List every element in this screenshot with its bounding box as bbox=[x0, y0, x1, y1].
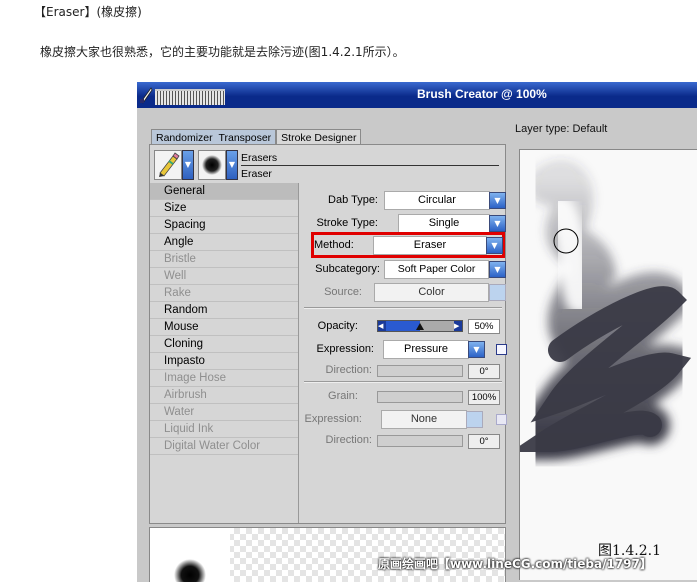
category-item-size[interactable]: Size bbox=[150, 200, 298, 217]
category-item-angle[interactable]: Angle bbox=[150, 234, 298, 251]
category-item-liquid-ink[interactable]: Liquid Ink bbox=[150, 421, 298, 438]
category-item-general[interactable]: General bbox=[150, 183, 298, 200]
category-item-well[interactable]: Well bbox=[150, 268, 298, 285]
app-brush-icon bbox=[140, 87, 153, 104]
window-title: Brush Creator @ 100% bbox=[417, 87, 547, 101]
direction-value[interactable]: 0° bbox=[468, 364, 500, 379]
category-item-random[interactable]: Random bbox=[150, 302, 298, 319]
source-select[interactable]: Color bbox=[374, 283, 489, 302]
article-heading: 【Eraser】(橡皮擦) bbox=[34, 5, 142, 19]
watermark-text: 原画绘画吧【www.lineCG.com/tieba/1797】 bbox=[378, 557, 652, 571]
grain-direction-value[interactable]: 0° bbox=[468, 434, 500, 449]
brush-variant-label: Eraser bbox=[241, 168, 272, 180]
stroke-type-dropdown-arrow[interactable]: ▼ bbox=[489, 215, 506, 232]
pencil-eraser-icon bbox=[159, 152, 180, 177]
category-item-water[interactable]: Water bbox=[150, 404, 298, 421]
stroke-type-label: Stroke Type: bbox=[316, 217, 378, 229]
subcategory-select[interactable]: Soft Paper Color bbox=[384, 260, 489, 279]
grain-slider[interactable] bbox=[377, 391, 463, 403]
category-item-rake[interactable]: Rake bbox=[150, 285, 298, 302]
layer-type-label: Layer type: Default bbox=[515, 123, 608, 135]
category-item-image-hose[interactable]: Image Hose bbox=[150, 370, 298, 387]
grain-expression-label: Expression: bbox=[304, 413, 362, 425]
brush-category-dropdown[interactable]: ▼ bbox=[182, 150, 194, 180]
source-label: Source: bbox=[324, 286, 362, 298]
source-dropdown-arrow[interactable] bbox=[489, 284, 506, 301]
eraser-stroke-preview bbox=[483, 160, 697, 461]
category-list: General Size Spacing Angle Bristle Well … bbox=[150, 183, 299, 523]
direction-slider[interactable] bbox=[377, 365, 463, 377]
expression-select[interactable]: Pressure bbox=[383, 340, 469, 359]
preview-canvas[interactable] bbox=[483, 149, 697, 580]
category-item-spacing[interactable]: Spacing bbox=[150, 217, 298, 234]
opacity-slider-right-arrow[interactable]: ▶ bbox=[454, 321, 462, 331]
section-divider-1 bbox=[304, 307, 502, 309]
brush-category-label: Erasers bbox=[241, 152, 278, 164]
grain-expression-invert-checkbox[interactable] bbox=[496, 414, 507, 425]
grain-expression-dropdown-arrow[interactable] bbox=[466, 411, 483, 428]
category-item-airbrush[interactable]: Airbrush bbox=[150, 387, 298, 404]
method-label: Method: bbox=[314, 239, 354, 251]
expression-label: Expression: bbox=[316, 343, 374, 355]
subcategory-dropdown-arrow[interactable]: ▼ bbox=[489, 261, 506, 278]
brush-variant-button[interactable] bbox=[198, 150, 226, 180]
category-item-mouse[interactable]: Mouse bbox=[150, 319, 298, 336]
tab-transposer[interactable]: Transposer bbox=[218, 132, 271, 144]
brush-category-button[interactable] bbox=[154, 150, 182, 180]
title-bar[interactable]: Brush Creator @ 100% bbox=[137, 82, 697, 108]
brush-variant-dropdown[interactable]: ▼ bbox=[226, 150, 238, 180]
grain-value[interactable]: 100% bbox=[468, 390, 500, 405]
title-grip[interactable] bbox=[155, 89, 225, 105]
subcategory-label: Subcategory: bbox=[315, 263, 380, 275]
opacity-slider-thumb[interactable] bbox=[416, 323, 424, 330]
grain-direction-label: Direction: bbox=[325, 434, 372, 446]
dab-preview-icon bbox=[202, 155, 222, 175]
grain-expression-select[interactable]: None bbox=[381, 410, 467, 429]
expression-dropdown-arrow[interactable]: ▼ bbox=[468, 341, 485, 358]
brush-creator-window: Brush Creator @ 100% Randomizer Transpos… bbox=[137, 82, 697, 582]
grain-direction-slider[interactable] bbox=[377, 435, 463, 447]
method-dropdown-arrow[interactable]: ▼ bbox=[486, 237, 503, 254]
category-item-cloning[interactable]: Cloning bbox=[150, 336, 298, 353]
tab-bar: Randomizer Transposer Stroke Designer bbox=[151, 126, 362, 147]
dab-type-dropdown-arrow[interactable]: ▼ bbox=[489, 192, 506, 209]
grain-label: Grain: bbox=[328, 390, 358, 402]
category-item-digital-water-color[interactable]: Digital Water Color bbox=[150, 438, 298, 455]
dab-type-label: Dab Type: bbox=[328, 194, 378, 206]
article-paragraph: 橡皮擦大家也很熟悉，它的主要功能就是去除污迹(图1.4.2.1所示）。 bbox=[40, 45, 405, 59]
brush-selector: ▼ ▼ Erasers Eraser bbox=[150, 147, 505, 183]
tab-randomizer[interactable]: Randomizer bbox=[156, 132, 213, 144]
expression-invert-checkbox[interactable] bbox=[496, 344, 507, 355]
dab-type-select[interactable]: Circular bbox=[384, 191, 490, 210]
stroke-type-select[interactable]: Single bbox=[398, 214, 490, 233]
category-item-bristle[interactable]: Bristle bbox=[150, 251, 298, 268]
opacity-value[interactable]: 50% bbox=[468, 319, 500, 334]
opacity-label: Opacity: bbox=[317, 320, 358, 332]
direction-label: Direction: bbox=[325, 364, 372, 376]
section-divider-2 bbox=[304, 381, 502, 383]
stroke-designer-panel: ▼ ▼ Erasers Eraser General Size Spacing … bbox=[149, 144, 507, 524]
opacity-slider[interactable]: ◀ ▶ bbox=[377, 320, 463, 332]
selector-divider bbox=[241, 165, 499, 166]
method-select[interactable]: Eraser bbox=[373, 236, 487, 255]
category-item-impasto[interactable]: Impasto bbox=[150, 353, 298, 370]
opacity-slider-left-arrow[interactable]: ◀ bbox=[378, 321, 386, 331]
